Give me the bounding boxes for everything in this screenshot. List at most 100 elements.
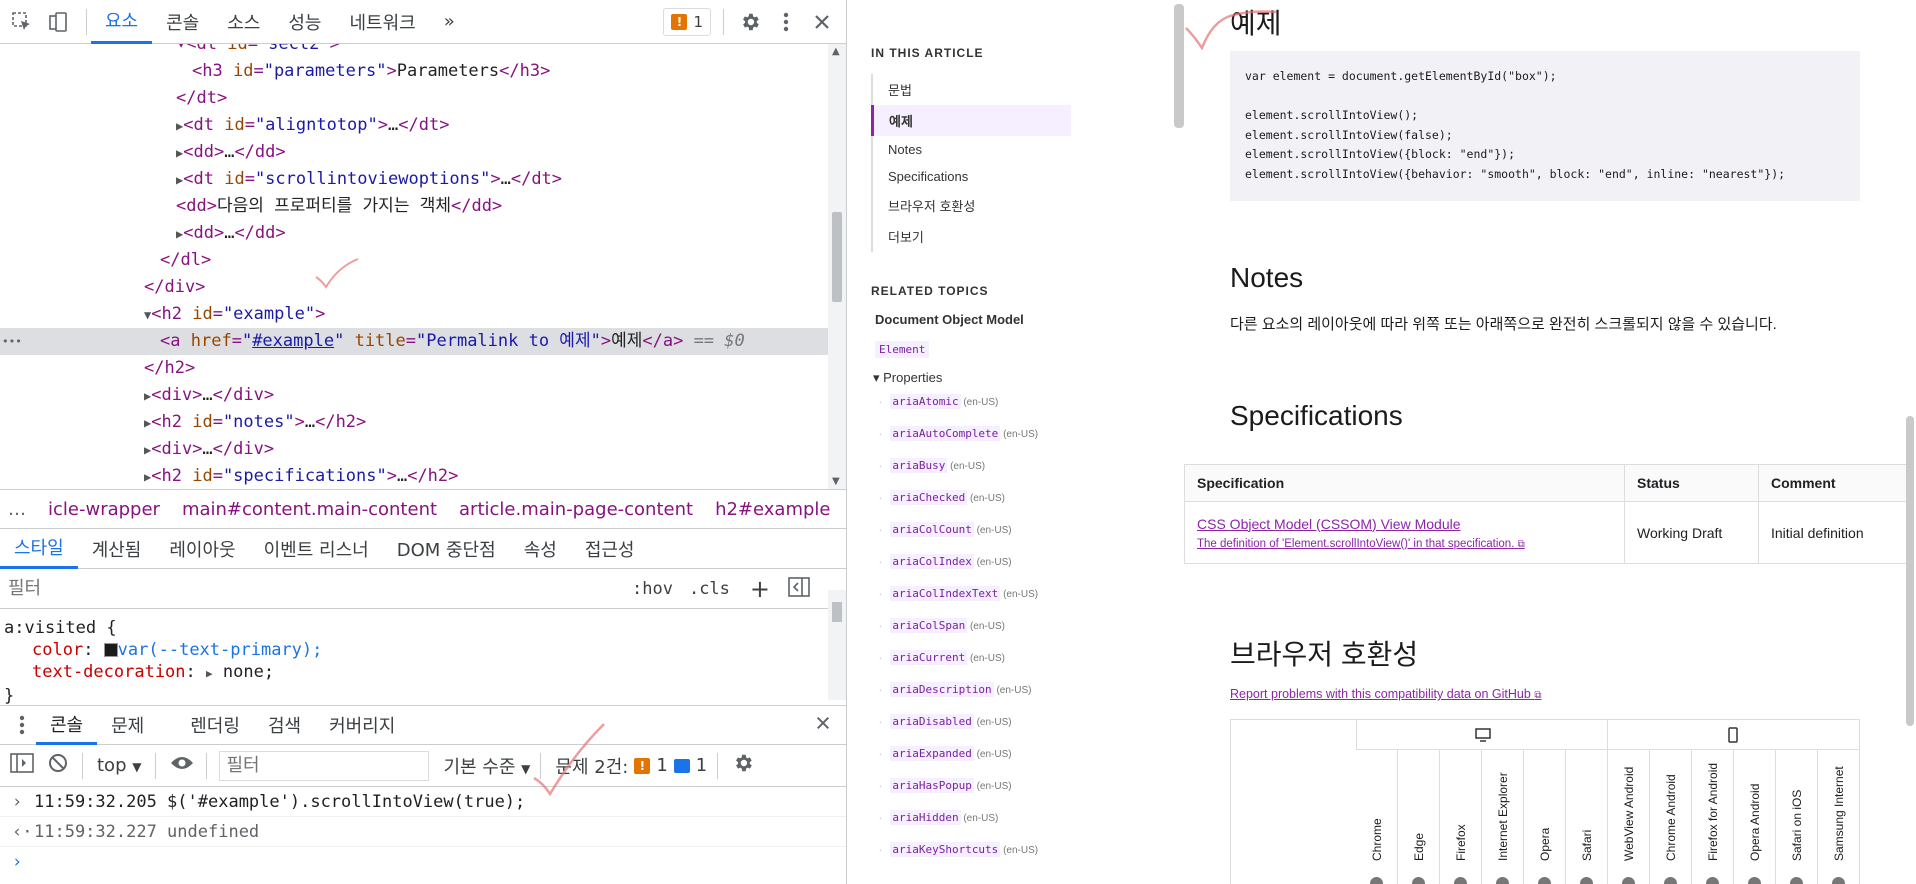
- toggle-sidebar-icon[interactable]: [788, 576, 810, 601]
- drawer-close-icon[interactable]: [815, 715, 831, 735]
- property-link[interactable]: ariaColCount: [890, 522, 974, 537]
- toc-item-active[interactable]: 예제: [871, 105, 1071, 136]
- property-link[interactable]: ariaExpanded: [890, 746, 974, 761]
- tab-elements[interactable]: 요소: [91, 0, 153, 44]
- more-tabs-button[interactable]: »: [430, 0, 469, 44]
- dom-node[interactable]: ▶<dt id="scrollintoviewoptions">…</dt>: [0, 166, 846, 193]
- tab-properties[interactable]: 속성: [510, 529, 571, 569]
- property-item[interactable]: · ariaAutoComplete (en-US): [871, 418, 1071, 450]
- property-item[interactable]: · ariaHasPopup (en-US): [871, 770, 1071, 802]
- spec-definition-link[interactable]: The definition of 'Element.scrollIntoVie…: [1197, 538, 1612, 550]
- property-item[interactable]: · ariaColSpan (en-US): [871, 610, 1071, 642]
- styles-scrollbar[interactable]: [828, 590, 846, 700]
- dom-node[interactable]: ▶<h2 id="notes">…</h2>: [0, 409, 846, 436]
- context-selector[interactable]: top ▼: [97, 755, 141, 776]
- dom-tree[interactable]: ▾<dt id="sect2"> <h3 id="parameters">Para…: [0, 44, 846, 489]
- property-item[interactable]: · ariaColIndex (en-US): [871, 546, 1071, 578]
- dom-node[interactable]: <h3 id="parameters">Parameters</h3>: [0, 58, 846, 85]
- breadcrumb-item[interactable]: h2#example: [715, 499, 830, 520]
- tab-event-listeners[interactable]: 이벤트 리스너: [250, 529, 383, 569]
- property-link[interactable]: ariaColIndexText: [890, 586, 1001, 601]
- breadcrumb-item[interactable]: main#content.main-content: [182, 499, 437, 520]
- dom-node[interactable]: </div>: [0, 274, 846, 301]
- tab-network[interactable]: 네트워크: [336, 0, 430, 44]
- dom-node[interactable]: ▶<dd>…</dd>: [0, 220, 846, 247]
- properties-toggle[interactable]: ▾ Properties: [871, 370, 1071, 386]
- expand-triangle-icon[interactable]: ▶: [206, 667, 213, 680]
- dom-node[interactable]: ▶<dd>…</dd>: [0, 139, 846, 166]
- dom-node-selected[interactable]: <a href="#example" title="Permalink to 예…: [0, 328, 846, 355]
- breadcrumb-item[interactable]: icle-wrapper: [48, 499, 160, 520]
- tab-console[interactable]: 콘솔: [152, 0, 213, 44]
- tab-sources[interactable]: 소스: [213, 0, 274, 44]
- style-declaration[interactable]: color: var(--text-primary);: [4, 639, 846, 661]
- property-link[interactable]: ariaAutoComplete: [890, 426, 1001, 441]
- drawer-tab-coverage[interactable]: 커버리지: [315, 705, 409, 745]
- console-filter-input[interactable]: [219, 750, 430, 781]
- device-toolbar-icon[interactable]: [44, 8, 72, 36]
- tab-layout[interactable]: 레이아웃: [155, 529, 249, 569]
- drawer-tab-issues[interactable]: 문제: [97, 705, 158, 745]
- console-message[interactable]: › 11:59:32.205 $('#example').scrollIntoVi…: [0, 787, 846, 817]
- dom-node[interactable]: ▼<h2 id="example">: [0, 301, 846, 328]
- drawer-tab-search[interactable]: 검색: [254, 705, 315, 745]
- style-selector[interactable]: a:visited {: [4, 609, 846, 639]
- tab-dom-breakpoints[interactable]: DOM 중단점: [383, 529, 510, 569]
- element-chip-link[interactable]: Element: [875, 341, 930, 358]
- inspect-element-icon[interactable]: [8, 8, 36, 36]
- dom-node[interactable]: ▶<div>…</div>: [0, 382, 846, 409]
- tab-performance[interactable]: 성능: [274, 0, 335, 44]
- dom-tree-scrollbar[interactable]: ▲ ▼: [828, 44, 846, 489]
- property-link[interactable]: ariaChecked: [890, 490, 968, 505]
- property-link[interactable]: ariaHasPopup: [890, 778, 974, 793]
- tab-computed[interactable]: 계산됨: [78, 529, 156, 569]
- property-link[interactable]: ariaAtomic: [890, 394, 961, 409]
- more-options-icon[interactable]: [772, 8, 800, 36]
- style-declaration[interactable]: text-decoration: ▶ none;: [4, 661, 846, 685]
- toc-item[interactable]: Notes: [873, 136, 1071, 163]
- dom-node[interactable]: ▾<dt id="sect2">: [0, 44, 846, 58]
- node-actions-icon[interactable]: •••: [2, 328, 22, 355]
- tab-accessibility[interactable]: 접근성: [571, 529, 649, 569]
- breadcrumb-left-more[interactable]: …: [8, 499, 26, 520]
- clear-console-icon[interactable]: [48, 753, 68, 778]
- property-item[interactable]: · ariaDisabled (en-US): [871, 706, 1071, 738]
- property-link[interactable]: ariaBusy: [890, 458, 948, 473]
- dom-node[interactable]: ▶<dt id="aligntotop">…</dt>: [0, 112, 846, 139]
- property-link[interactable]: ariaKeyShortcuts: [890, 842, 1001, 857]
- property-item[interactable]: · ariaCurrent (en-US): [871, 642, 1071, 674]
- property-item[interactable]: · ariaColIndexText (en-US): [871, 578, 1071, 610]
- dom-node[interactable]: </dl>: [0, 247, 846, 274]
- dom-node[interactable]: ▶<div>…</div>: [0, 436, 846, 463]
- toc-item[interactable]: 문법: [873, 74, 1071, 105]
- tab-styles[interactable]: 스타일: [0, 529, 78, 569]
- property-link[interactable]: ariaDescription: [890, 682, 994, 697]
- scroll-up-arrow-icon[interactable]: ▲: [832, 46, 840, 57]
- styles-filter-input[interactable]: [0, 570, 612, 607]
- drawer-tab-rendering[interactable]: 렌더링: [176, 705, 254, 745]
- toc-item[interactable]: 브라우저 호환성: [873, 190, 1071, 221]
- property-link[interactable]: ariaDisabled: [890, 714, 974, 729]
- drawer-menu-icon[interactable]: [8, 711, 36, 739]
- toc-item[interactable]: Specifications: [873, 163, 1071, 190]
- scrollbar-thumb[interactable]: [832, 212, 842, 302]
- dom-node[interactable]: </h2>: [0, 355, 846, 382]
- property-link[interactable]: ariaColIndex: [890, 554, 974, 569]
- spec-link[interactable]: CSS Object Model (CSSOM) View Module: [1197, 516, 1612, 532]
- log-level-dropdown[interactable]: 기본 수준 ▼: [443, 753, 530, 779]
- settings-gear-icon[interactable]: [736, 8, 764, 36]
- console-output[interactable]: › 11:59:32.205 $('#example').scrollIntoVi…: [0, 787, 846, 877]
- property-link[interactable]: ariaCurrent: [890, 650, 968, 665]
- console-prompt[interactable]: ›: [0, 847, 846, 877]
- property-item[interactable]: · ariaHidden (en-US): [871, 802, 1071, 834]
- toc-item[interactable]: 더보기: [873, 221, 1071, 252]
- sidebar-scrollbar-thumb[interactable]: [1174, 4, 1184, 128]
- hov-toggle[interactable]: :hov: [632, 579, 673, 599]
- report-problems-link[interactable]: Report problems with this compatibility …: [1230, 687, 1541, 701]
- property-link[interactable]: ariaColSpan: [890, 618, 968, 633]
- property-item[interactable]: · ariaKeyShortcuts (en-US): [871, 834, 1071, 866]
- dom-node[interactable]: ▶<h2 id="specifications">…</h2>: [0, 463, 846, 489]
- console-message[interactable]: ‹· 11:59:32.227 undefined: [0, 817, 846, 847]
- property-link[interactable]: ariaHidden: [890, 810, 961, 825]
- close-icon[interactable]: [808, 8, 836, 36]
